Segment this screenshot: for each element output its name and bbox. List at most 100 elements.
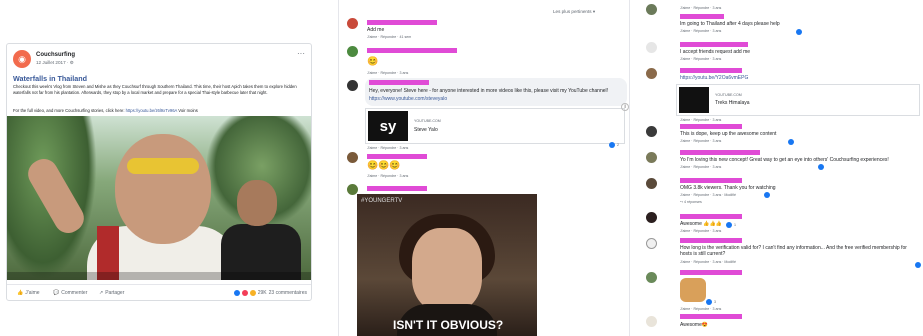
comment-meta[interactable]: J'aime · Répondre · 3 ans xyxy=(367,146,408,150)
redacted-name[interactable] xyxy=(367,20,437,25)
sort-dropdown[interactable]: Les plus pertinents ▾ xyxy=(553,9,595,15)
avatar[interactable] xyxy=(646,126,657,137)
comment-text: OMG 3.8k viewers. Thank you for watching xyxy=(680,185,776,191)
link-preview-card[interactable]: YOUTUBE.COM Treks Himalaya xyxy=(676,84,920,116)
avatar[interactable] xyxy=(646,178,657,189)
like-reaction-icon[interactable] xyxy=(796,29,802,35)
comment-meta[interactable]: J'aime · Répondre · 3 ans xyxy=(680,307,721,311)
bear-sticker[interactable] xyxy=(680,278,706,302)
post-link-line: For the full video, and more Couchsurfin… xyxy=(13,108,305,113)
avatar[interactable] xyxy=(646,272,657,283)
comment-meta[interactable]: J'aime · Répondre · 3 ans · Modifié xyxy=(680,260,736,264)
link-preview-card[interactable]: sy YOUTUBE.COM Steve Yalo xyxy=(365,108,625,144)
comment-button[interactable]: 💬 Commenter xyxy=(53,290,87,296)
avatar[interactable] xyxy=(646,4,657,15)
video-player[interactable] xyxy=(7,116,311,280)
post-actions: 👍 J'aime 💬 Commenter ↗ Partager 29K 23 comm… xyxy=(7,284,311,300)
redacted-name[interactable] xyxy=(680,124,742,129)
reactions-summary[interactable]: 29K 23 commentaires xyxy=(233,290,307,296)
avatar[interactable] xyxy=(646,212,657,223)
reaction-count[interactable]: 3 xyxy=(706,299,716,305)
video-frame-sunglasses xyxy=(127,158,199,174)
redacted-name[interactable] xyxy=(367,186,427,191)
reaction-count[interactable]: 2 xyxy=(609,142,619,148)
comment-meta[interactable]: J'aime · Répondre · 3 ans xyxy=(680,118,721,122)
more-options-icon[interactable]: ··· xyxy=(297,49,305,58)
video-controls-bar[interactable] xyxy=(7,272,311,280)
comment-meta[interactable]: J'aime · Répondre · 41 sem xyxy=(367,35,411,39)
card-title: Treks Himalaya xyxy=(715,100,750,106)
comment-text: Im going to Thailand after 4 days please… xyxy=(680,21,780,27)
like-label: J'aime xyxy=(25,290,40,296)
like-reaction-icon[interactable] xyxy=(818,164,824,170)
avatar[interactable] xyxy=(646,238,657,249)
redacted-name[interactable] xyxy=(367,154,427,159)
redacted-name[interactable] xyxy=(367,48,457,53)
avatar[interactable] xyxy=(646,42,657,53)
comment-label: Commenter xyxy=(61,290,88,296)
like-reaction-icon xyxy=(706,299,712,305)
avatar[interactable] xyxy=(347,152,358,163)
see-less-link[interactable]: Voir moins xyxy=(178,108,198,113)
comments-column-middle: Les plus pertinents ▾ Add me J'aime · Ré… xyxy=(338,0,630,336)
comment-emoji: 😊 xyxy=(367,56,379,66)
redacted-name[interactable] xyxy=(680,68,742,73)
redacted-name[interactable] xyxy=(680,314,742,319)
comment-text: Awesome😍 xyxy=(680,322,709,328)
wow-reaction-icon xyxy=(249,290,256,296)
comment-meta[interactable]: J'aime · Répondre · 3 ans xyxy=(680,6,721,10)
like-reaction-icon xyxy=(726,222,732,228)
avatar[interactable] xyxy=(646,316,657,327)
redacted-name[interactable] xyxy=(369,80,429,85)
comment-text: How long is the verification valid for? … xyxy=(680,245,907,257)
share-label: Partager xyxy=(105,290,125,296)
like-reaction-icon[interactable] xyxy=(915,262,921,268)
comment-meta[interactable]: J'aime · Répondre · 3 ans xyxy=(680,57,721,61)
couchsurfing-logo[interactable]: ◉ xyxy=(13,50,31,68)
comment-meta[interactable]: J'aime · Répondre · 3 ans xyxy=(680,139,721,143)
avatar[interactable] xyxy=(646,68,657,79)
card-source: YOUTUBE.COM xyxy=(715,93,742,97)
redacted-name[interactable] xyxy=(680,42,748,47)
comment-link[interactable]: https://youtu.be/Y2Oa6vmEPG xyxy=(680,75,748,81)
page-name[interactable]: Couchsurfing xyxy=(36,52,75,58)
comment-meta[interactable]: J'aime · Répondre · 3 ans xyxy=(680,29,721,33)
comment-meta[interactable]: J'aime · Répondre · 3 ans xyxy=(367,174,408,178)
like-reaction-icon[interactable] xyxy=(764,192,770,198)
redacted-name[interactable] xyxy=(680,150,760,155)
comment-text: This is dope, keep up the awesome conten… xyxy=(680,131,777,137)
comment-meta[interactable]: J'aime · Répondre · 3 ans xyxy=(367,71,408,75)
post-date[interactable]: 12 Juillet 2017 · ⚙ xyxy=(36,60,74,66)
reaction-number: 3 xyxy=(714,300,716,304)
info-icon[interactable]: i xyxy=(621,103,629,111)
redacted-name[interactable] xyxy=(680,14,724,19)
like-reaction-icon[interactable] xyxy=(788,139,794,145)
card-source: YOUTUBE.COM xyxy=(414,119,441,123)
comment-text: Add me xyxy=(367,27,385,33)
steve-yalo-logo: sy xyxy=(368,111,408,141)
comment-text: Awesome 👍👍👍 xyxy=(680,221,722,227)
avatar[interactable] xyxy=(646,152,657,163)
post-text: Checkout this week's Vlog from Steven an… xyxy=(13,84,297,95)
comment-link[interactable]: https://www.youtube.com/steveyalo xyxy=(369,96,447,102)
replies-link[interactable]: ↪ 4 réponses xyxy=(680,200,702,204)
comment-meta[interactable]: J'aime · Répondre · 3 ans xyxy=(680,165,721,169)
comment-meta[interactable]: J'aime · Répondre · 3 ans · Modifié xyxy=(680,193,736,197)
redacted-name[interactable] xyxy=(680,178,742,183)
comment-text: Hey, everyone! Steve here - for anyone i… xyxy=(369,88,609,94)
redacted-name[interactable] xyxy=(680,238,742,243)
love-reaction-icon xyxy=(241,290,248,296)
avatar[interactable] xyxy=(347,18,358,29)
comments-count[interactable]: 23 commentaires xyxy=(269,290,307,296)
post-link[interactable]: https://youtu.be/z6l9xTv96A xyxy=(126,108,177,113)
reaction-count[interactable]: 1 xyxy=(726,222,736,228)
like-reaction-icon xyxy=(233,290,240,296)
like-button[interactable]: 👍 J'aime xyxy=(17,290,40,296)
redacted-name[interactable] xyxy=(680,270,742,275)
gif-image[interactable]: #YOUNGERTV ISN'T IT OBVIOUS? xyxy=(357,194,537,336)
avatar[interactable] xyxy=(347,80,358,91)
comment-meta[interactable]: J'aime · Répondre · 3 ans xyxy=(680,229,721,233)
avatar[interactable] xyxy=(347,46,358,57)
share-button[interactable]: ↗ Partager xyxy=(99,290,124,296)
redacted-name[interactable] xyxy=(680,214,742,219)
